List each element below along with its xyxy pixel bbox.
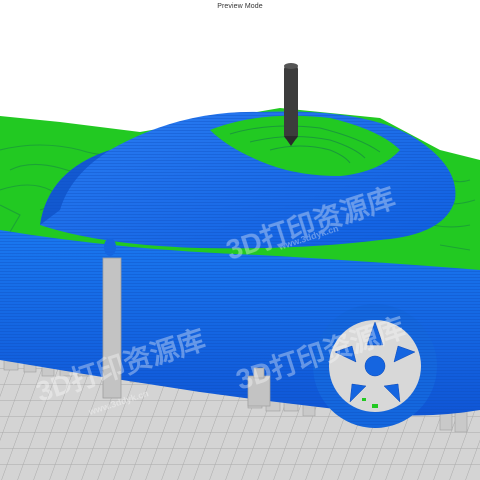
nozzle — [284, 63, 298, 146]
slicer-app: Preview Mode 3D打印资源库 3D打印资源库 3D打印资源库 3D打… — [0, 0, 480, 480]
preview-viewport[interactable]: 3D打印资源库 3D打印资源库 3D打印资源库 3D打印资源库 3D打印资源库 … — [0, 12, 480, 480]
title-bar: Preview Mode — [0, 0, 480, 12]
window-title: Preview Mode — [217, 2, 263, 10]
preview-canvas[interactable]: 3D打印资源库 3D打印资源库 3D打印资源库 3D打印资源库 3D打印资源库 … — [0, 12, 480, 480]
watermark-text-1: 3D打印资源库 — [32, 30, 209, 114]
watermark-text-2: 3D打印资源库 — [232, 12, 409, 74]
